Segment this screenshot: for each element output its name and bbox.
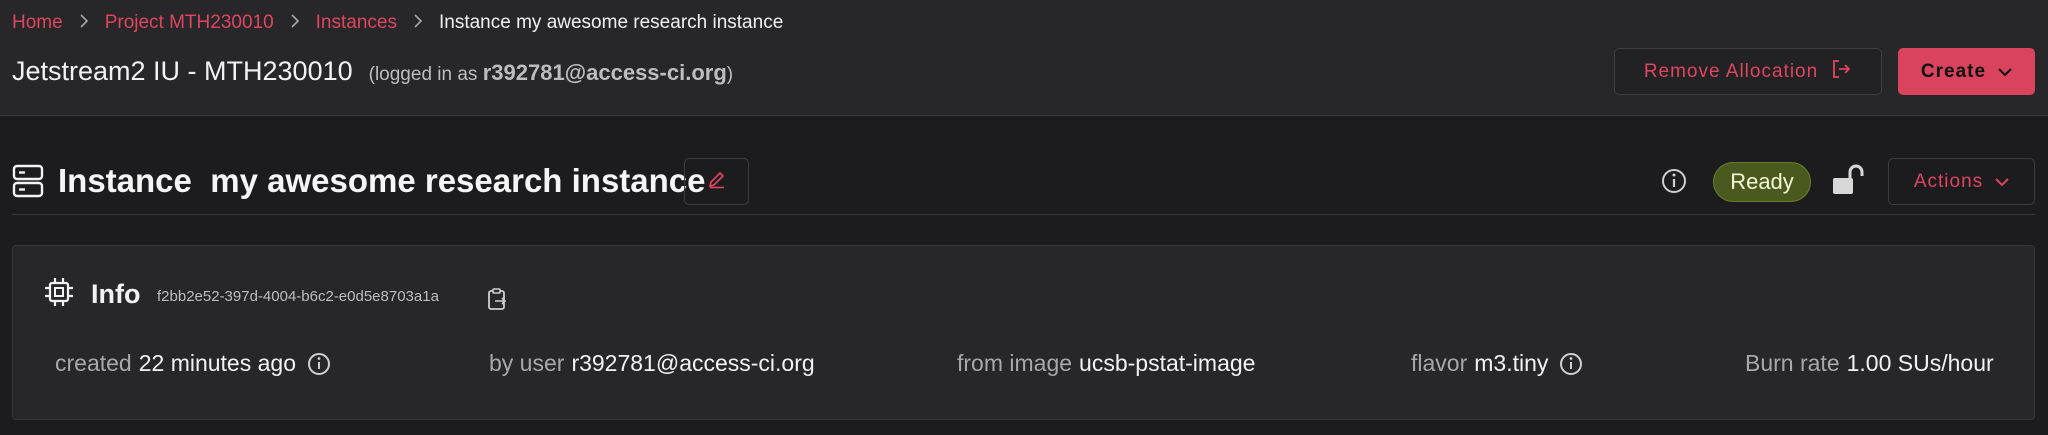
chevron-down-icon [1995, 171, 2009, 193]
created-key: created [55, 350, 132, 376]
info-card: Info f2bb2e52-397d-4004-b6c2-e0d5e8703a1… [12, 245, 2035, 420]
logout-icon [1830, 58, 1852, 86]
instance-name: my awesome research instance [210, 162, 706, 199]
user-value: r392781@access-ci.org [571, 350, 815, 376]
chevron-down-icon [1998, 61, 2012, 83]
remove-allocation-button[interactable]: Remove Allocation [1614, 48, 1882, 95]
project-header: Jetstream2 IU - MTH230010 (logged in as … [12, 56, 733, 87]
status-text: Ready [1730, 169, 1794, 194]
image-value: ucsb-pstat-image [1079, 350, 1256, 376]
meta-burn-rate: Burn rate 1.00 SUs/hour [1745, 350, 1994, 377]
status-badge: Ready [1713, 162, 1811, 202]
server-icon [12, 164, 44, 203]
title-prefix: Instance [58, 162, 192, 199]
chevron-right-icon [413, 13, 423, 33]
created-value: 22 minutes ago [138, 350, 296, 376]
clipboard-copy-icon[interactable] [487, 287, 509, 316]
create-button[interactable]: Create [1898, 48, 2035, 95]
unlock-icon[interactable] [1830, 162, 1866, 203]
breadcrumb: Home Project MTH230010 Instances Instanc… [12, 12, 783, 34]
divider [12, 214, 2035, 215]
login-user: r392781@access-ci.org [482, 60, 727, 85]
pencil-icon [707, 169, 727, 194]
burn-value: 1.00 SUs/hour [1846, 350, 1994, 376]
image-key: from image [957, 350, 1073, 376]
flavor-key: flavor [1411, 350, 1468, 376]
page-title: Instance my awesome research instance [58, 162, 706, 200]
info-icon[interactable] [306, 351, 332, 377]
meta-image: from image ucsb-pstat-image [957, 350, 1255, 377]
chevron-right-icon [79, 13, 89, 33]
actions-button[interactable]: Actions [1888, 158, 2035, 205]
meta-user: by user r392781@access-ci.org [489, 350, 815, 377]
edit-name-button[interactable] [684, 158, 749, 205]
breadcrumb-project[interactable]: Project MTH230010 [105, 12, 274, 34]
user-key: by user [489, 350, 565, 376]
meta-flavor: flavor m3.tiny [1411, 350, 1584, 377]
remove-allocation-label: Remove Allocation [1643, 60, 1819, 82]
top-bar: Home Project MTH230010 Instances Instanc… [0, 0, 2048, 116]
flavor-value: m3.tiny [1474, 350, 1549, 376]
instance-uuid: f2bb2e52-397d-4004-b6c2-e0d5e8703a1a [157, 288, 439, 305]
chevron-right-icon [290, 13, 300, 33]
create-label: Create [1920, 60, 1987, 82]
breadcrumb-instances[interactable]: Instances [316, 12, 397, 34]
info-icon[interactable] [1659, 166, 1689, 201]
actions-label: Actions [1913, 170, 1984, 192]
info-icon[interactable] [1558, 351, 1584, 377]
breadcrumb-current: Instance my awesome research instance [438, 12, 784, 33]
project-name: Jetstream2 IU - MTH230010 [12, 56, 353, 86]
login-prefix: (logged in as [368, 64, 483, 85]
cpu-chip-icon [43, 276, 75, 313]
burn-key: Burn rate [1745, 350, 1840, 376]
instance-heading: Instance my awesome research instance Re… [0, 150, 2048, 216]
info-title: Info [91, 279, 141, 309]
login-info: (logged in as r392781@access-ci.org) [369, 60, 733, 86]
login-suffix: ) [726, 64, 734, 85]
meta-created: created 22 minutes ago [55, 350, 332, 377]
breadcrumb-home[interactable]: Home [12, 12, 63, 34]
